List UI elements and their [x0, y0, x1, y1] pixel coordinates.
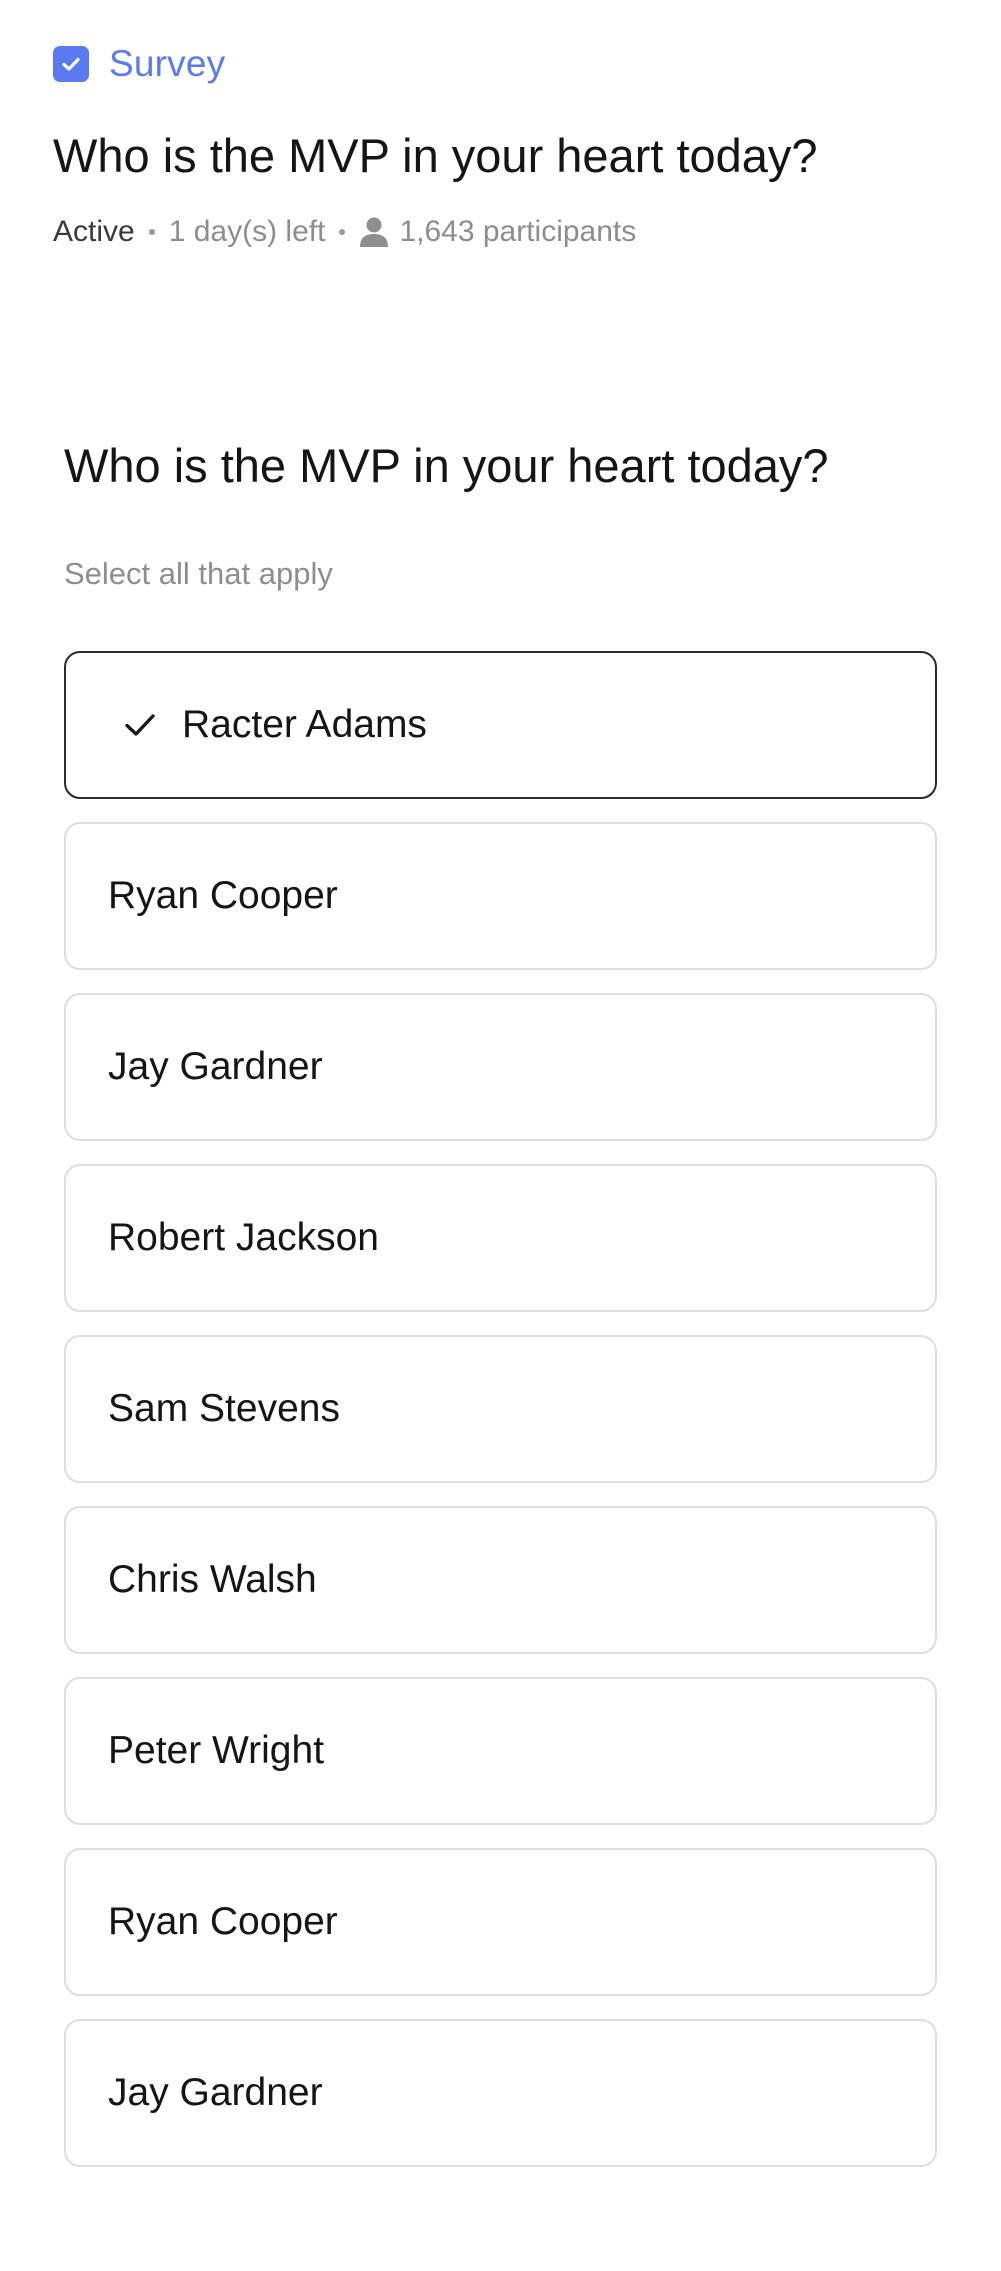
option-label: Peter Wright: [108, 1729, 325, 1772]
option-label: Ryan Cooper: [108, 1900, 338, 1943]
option-sam-stevens[interactable]: Sam Stevens: [64, 1335, 937, 1483]
survey-brand: Survey: [53, 40, 953, 88]
option-jay-gardner[interactable]: Jay Gardner: [64, 993, 937, 1141]
question-hint: Select all that apply: [64, 556, 333, 591]
option-peter-wright[interactable]: Peter Wright: [64, 1677, 937, 1825]
option-ryan-cooper-2[interactable]: Ryan Cooper: [64, 1848, 937, 1996]
option-label: Jay Gardner: [108, 2071, 323, 2114]
separator-dot: [339, 229, 346, 235]
option-jay-gardner-2[interactable]: Jay Gardner: [64, 2019, 937, 2167]
option-robert-jackson[interactable]: Robert Jackson: [64, 1164, 937, 1312]
options-list: Racter Adams Ryan Cooper Jay Gardner Rob…: [64, 651, 937, 2190]
separator-dot: [148, 229, 155, 235]
checkbox-checked-icon: [53, 46, 89, 82]
brand-label: Survey: [109, 43, 226, 84]
survey-header: Survey Who is the MVP in your heart toda…: [53, 40, 953, 252]
question-text: Who is the MVP in your heart today?: [64, 439, 829, 492]
participants-count: 1,643 participants: [399, 215, 637, 248]
option-chris-walsh[interactable]: Chris Walsh: [64, 1506, 937, 1654]
option-ryan-cooper[interactable]: Ryan Cooper: [64, 822, 937, 970]
option-label: Chris Walsh: [108, 1558, 317, 1601]
option-label: Robert Jackson: [108, 1216, 379, 1259]
checkmark-icon: [120, 705, 160, 745]
page-title: Who is the MVP in your heart today?: [53, 129, 818, 182]
survey-meta: Active 1 day(s) left 1,643 participants: [53, 212, 953, 252]
status-text: Active: [53, 215, 135, 248]
option-racter-adams[interactable]: Racter Adams: [64, 651, 937, 799]
option-label: Jay Gardner: [108, 1045, 323, 1088]
option-label: Racter Adams: [182, 703, 427, 746]
time-left-text: 1 day(s) left: [168, 215, 326, 248]
option-label: Ryan Cooper: [108, 874, 338, 917]
option-label: Sam Stevens: [108, 1387, 340, 1430]
person-icon: [359, 216, 389, 248]
